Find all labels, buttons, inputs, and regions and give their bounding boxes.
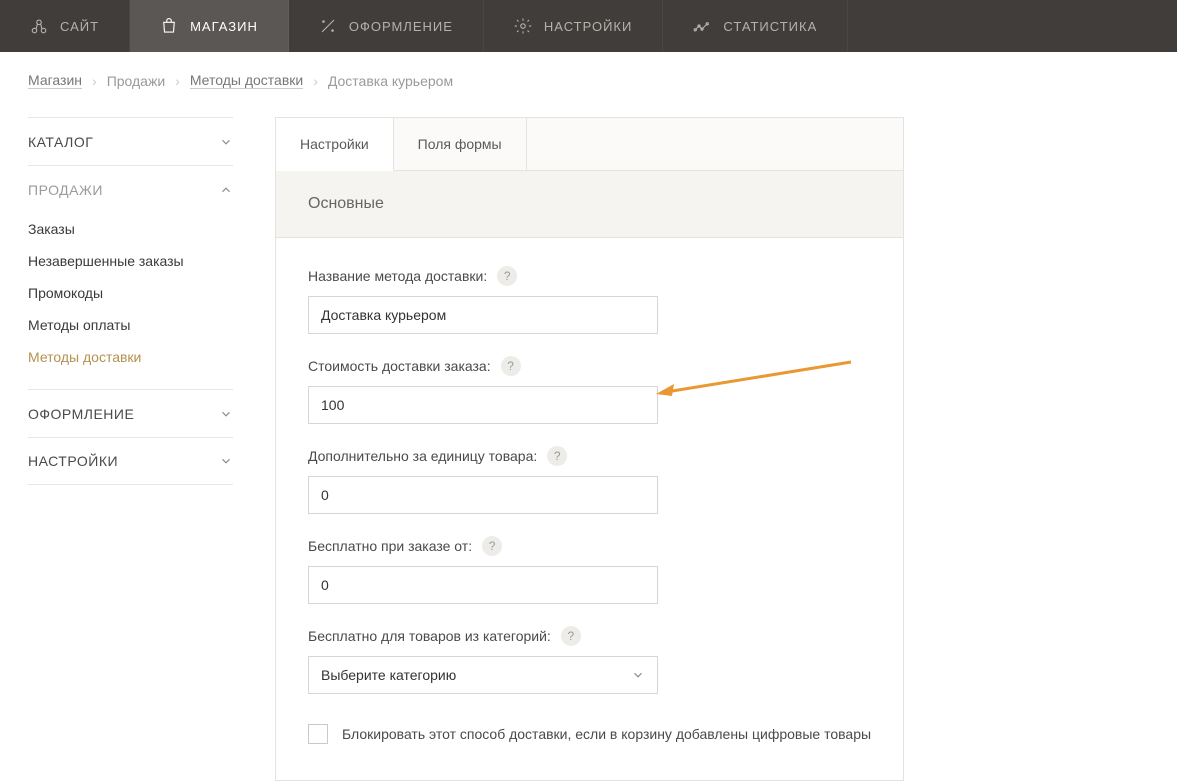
sidebar-item-orders[interactable]: Заказы xyxy=(28,213,233,245)
chevron-down-icon xyxy=(631,668,645,682)
sidebar-section-sales[interactable]: ПРОДАЖИ xyxy=(28,165,233,213)
nav-label: НАСТРОЙКИ xyxy=(544,19,632,34)
help-icon[interactable]: ? xyxy=(497,266,517,286)
sidebar-item-delivery-methods[interactable]: Методы доставки xyxy=(28,341,233,373)
chevron-down-icon xyxy=(219,407,233,421)
nav-shop[interactable]: МАГАЗИН xyxy=(130,0,289,52)
nav-settings[interactable]: НАСТРОЙКИ xyxy=(484,0,663,52)
crumb-shop[interactable]: Магазин xyxy=(28,72,82,89)
label-per-unit: Дополнительно за единицу товара: xyxy=(308,448,537,464)
select-category[interactable]: Выберите категорию xyxy=(308,656,658,694)
select-placeholder: Выберите категорию xyxy=(321,667,456,683)
sidebar-sales-items: Заказы Незавершенные заказы Промокоды Ме… xyxy=(28,213,233,389)
crumb-delivery-methods[interactable]: Методы доставки xyxy=(190,72,303,89)
chevron-up-icon xyxy=(219,183,233,197)
top-navigation: САЙТ МАГАЗИН ОФОРМЛЕНИЕ НАСТРОЙКИ СТАТИС… xyxy=(0,0,1177,52)
label-cost: Стоимость доставки заказа: xyxy=(308,358,491,374)
sidebar: КАТАЛОГ ПРОДАЖИ Заказы Незавершенные зак… xyxy=(28,117,243,781)
nav-label: МАГАЗИН xyxy=(190,19,258,34)
chevron-down-icon xyxy=(219,135,233,149)
sidebar-item-promocodes[interactable]: Промокоды xyxy=(28,277,233,309)
nav-label: ОФОРМЛЕНИЕ xyxy=(349,19,453,34)
content-panel: Настройки Поля формы Основные Название м… xyxy=(243,117,904,781)
nav-design[interactable]: ОФОРМЛЕНИЕ xyxy=(289,0,484,52)
crumb-current: Доставка курьером xyxy=(328,73,453,89)
input-free-from[interactable] xyxy=(308,566,658,604)
nav-label: САЙТ xyxy=(60,19,99,34)
sidebar-section-settings[interactable]: НАСТРОЙКИ xyxy=(28,437,233,485)
tab-settings[interactable]: Настройки xyxy=(276,118,394,171)
help-icon[interactable]: ? xyxy=(501,356,521,376)
checkbox-block-digital[interactable] xyxy=(308,724,328,744)
label-name: Название метода доставки: xyxy=(308,268,487,284)
help-icon[interactable]: ? xyxy=(482,536,502,556)
input-cost[interactable] xyxy=(308,386,658,424)
chevron-right-icon: › xyxy=(175,73,180,89)
label-block-digital: Блокировать этот способ доставки, если в… xyxy=(342,726,871,742)
help-icon[interactable]: ? xyxy=(561,626,581,646)
settings-icon xyxy=(514,17,532,35)
label-free-from: Бесплатно при заказе от: xyxy=(308,538,472,554)
sidebar-section-catalog[interactable]: КАТАЛОГ xyxy=(28,117,233,165)
sidebar-label: КАТАЛОГ xyxy=(28,134,93,150)
label-free-categories: Бесплатно для товаров из категорий: xyxy=(308,628,551,644)
shop-icon xyxy=(160,17,178,35)
input-per-unit[interactable] xyxy=(308,476,658,514)
sidebar-label: ПРОДАЖИ xyxy=(28,182,103,198)
design-icon xyxy=(319,17,337,35)
input-name[interactable] xyxy=(308,296,658,334)
chevron-right-icon: › xyxy=(92,73,97,89)
help-icon[interactable]: ? xyxy=(547,446,567,466)
chevron-down-icon xyxy=(219,454,233,468)
site-icon xyxy=(30,17,48,35)
form-main: Название метода доставки: ? Стоимость до… xyxy=(275,238,904,781)
tab-form-fields[interactable]: Поля формы xyxy=(394,118,527,171)
nav-stats[interactable]: СТАТИСТИКА xyxy=(663,0,848,52)
sidebar-label: НАСТРОЙКИ xyxy=(28,453,118,469)
form-tabs: Настройки Поля формы xyxy=(276,118,903,171)
nav-site[interactable]: САЙТ xyxy=(0,0,130,52)
sidebar-item-payment-methods[interactable]: Методы оплаты xyxy=(28,309,233,341)
stats-icon xyxy=(693,17,711,35)
sidebar-label: ОФОРМЛЕНИЕ xyxy=(28,406,134,422)
sidebar-section-design[interactable]: ОФОРМЛЕНИЕ xyxy=(28,389,233,437)
breadcrumbs: Магазин › Продажи › Методы доставки › До… xyxy=(28,72,904,89)
chevron-right-icon: › xyxy=(313,73,318,89)
sidebar-item-incomplete-orders[interactable]: Незавершенные заказы xyxy=(28,245,233,277)
section-title: Основные xyxy=(275,171,904,238)
nav-label: СТАТИСТИКА xyxy=(723,19,817,34)
crumb-sales: Продажи xyxy=(107,73,165,89)
